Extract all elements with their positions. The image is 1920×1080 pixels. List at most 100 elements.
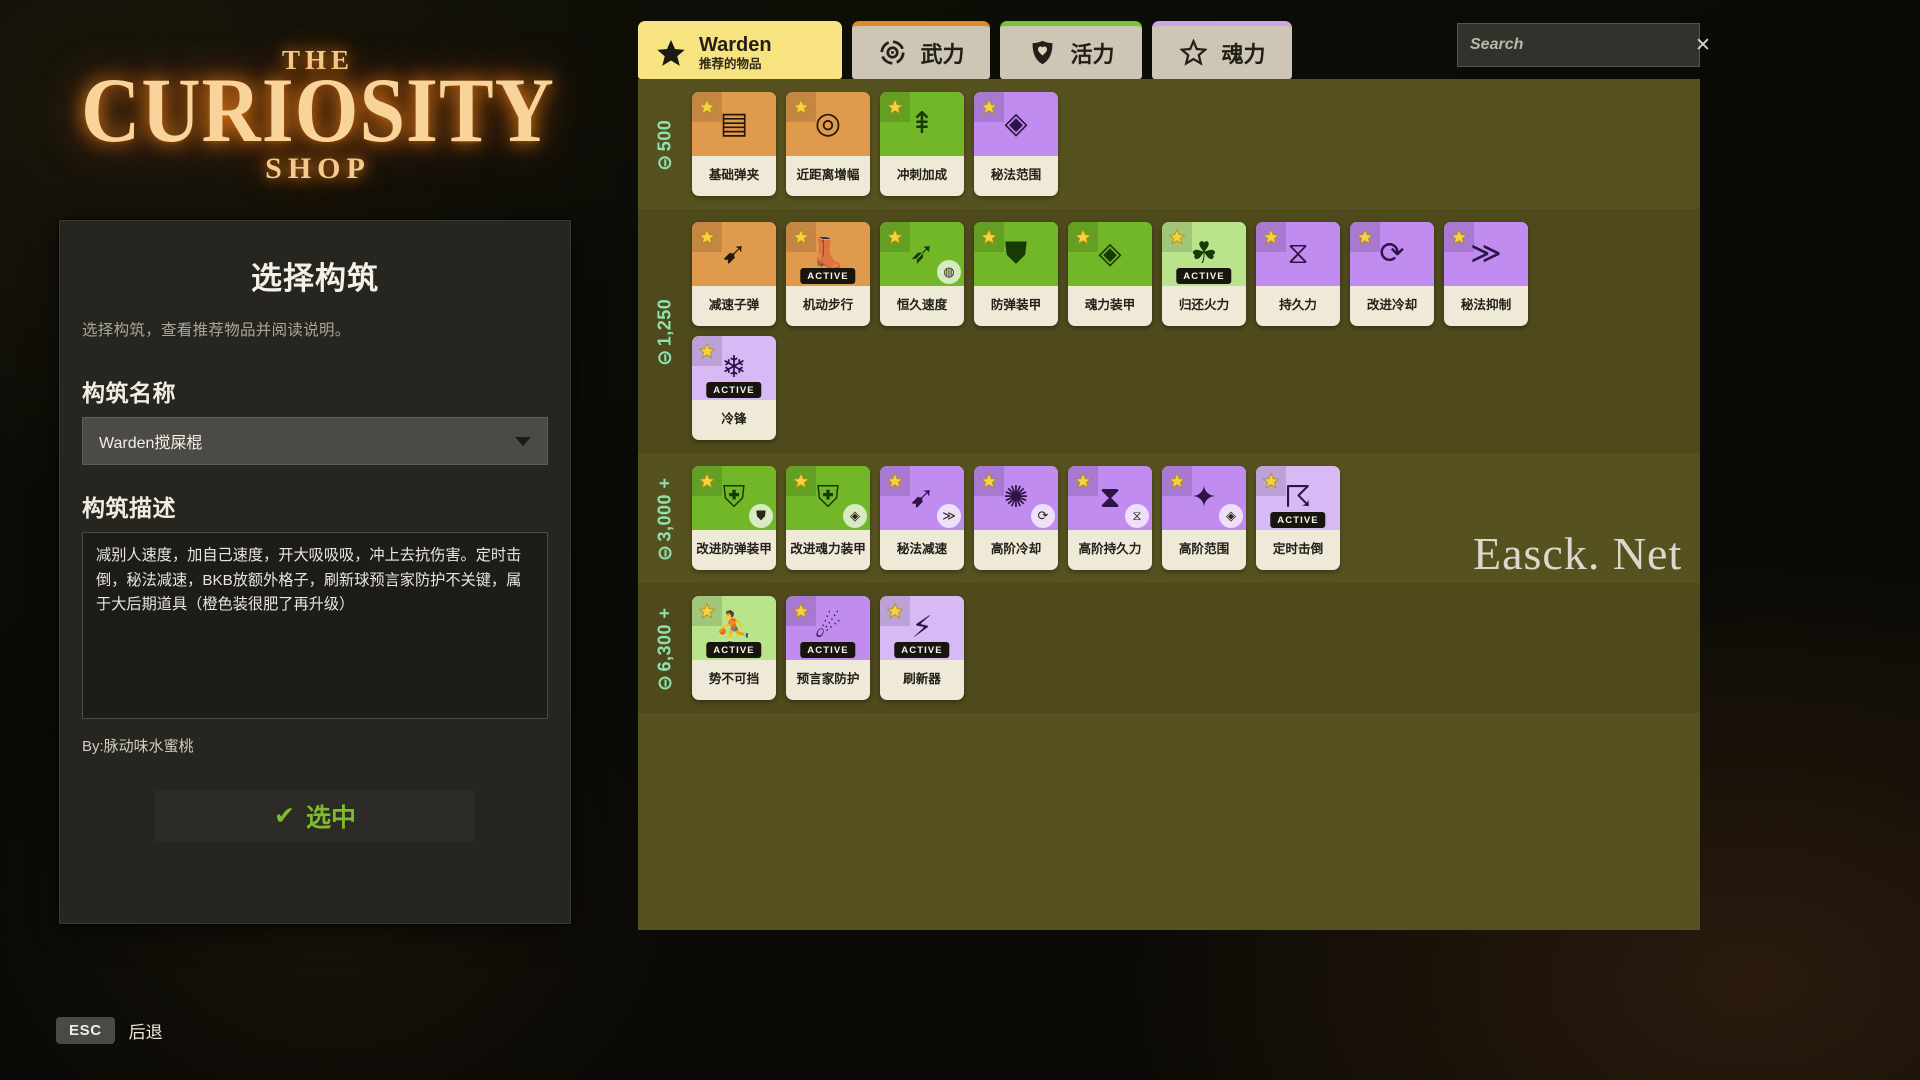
- item-card[interactable]: ✺ ⟳ 高阶冷却: [974, 466, 1058, 570]
- star-icon: [656, 38, 686, 68]
- item-glyph-icon: ⧖: [1287, 237, 1309, 270]
- search-input[interactable]: [1470, 36, 1689, 54]
- item-card[interactable]: ⚡ ACTIVE 刷新器: [880, 596, 964, 700]
- tier-price-value: 3,000 +: [654, 476, 675, 542]
- tier-items: ⛹ ACTIVE 势不可挡 ☄ ACTIVE 预言家防护 ⚡ ACTIVE 刷新器: [692, 596, 1700, 700]
- recommended-star-icon: [1256, 222, 1286, 252]
- tab-label: Warden: [699, 34, 772, 57]
- upgrade-source-icon: ⧖: [1125, 504, 1149, 528]
- item-card[interactable]: ◈ 魂力装甲: [1068, 222, 1152, 326]
- tab-sublabel: 推荐的物品: [699, 56, 762, 71]
- build-name-dropdown[interactable]: Warden搅屎棍: [82, 417, 548, 465]
- item-card[interactable]: ◈ 秘法范围: [974, 92, 1058, 196]
- footer-hint: ESC 后退: [56, 1017, 163, 1044]
- item-name: 冲刺加成: [896, 168, 948, 183]
- item-card[interactable]: ☘ ACTIVE 归还火力: [1162, 222, 1246, 326]
- tab-vitality[interactable]: 活力: [1000, 21, 1142, 79]
- tier-price-value: 500: [654, 119, 675, 151]
- item-card[interactable]: ⇞ 冲刺加成: [880, 92, 964, 196]
- tab-weapon[interactable]: 武力: [852, 21, 990, 79]
- tab-warden[interactable]: Warden 推荐的物品: [638, 21, 842, 79]
- item-card[interactable]: ➹ ≫ 秘法减速: [880, 466, 964, 570]
- active-badge: ACTIVE: [1270, 512, 1326, 528]
- item-card[interactable]: ➶ ◍ 恒久速度: [880, 222, 964, 326]
- recommended-star-icon: [786, 596, 816, 626]
- item-card[interactable]: ⛨ ⛊ 改进防弹装甲: [692, 466, 776, 570]
- item-card[interactable]: ⛊ 防弹装甲: [974, 222, 1058, 326]
- item-name: 近距离增幅: [796, 168, 860, 183]
- item-art: ⇞: [880, 92, 964, 156]
- item-card[interactable]: ⛹ ACTIVE 势不可挡: [692, 596, 776, 700]
- item-card[interactable]: ☈ ACTIVE 定时击倒: [1256, 466, 1340, 570]
- item-card[interactable]: ❄ ACTIVE 冷锋: [692, 336, 776, 440]
- shop-panel: Warden推荐的物品 武力 活力 魂力 ✕ 500 ▤ 基础弹夹 ◎ 近距离增幅 ⇞ 冲刺加成 ◈…: [638, 17, 1711, 930]
- item-art: ≫: [1444, 222, 1528, 286]
- item-card[interactable]: ➹ 减速子弹: [692, 222, 776, 326]
- upgrade-source-icon: ⟳: [1031, 504, 1055, 528]
- recommended-star-icon: [974, 222, 1004, 252]
- check-icon: ✔: [274, 802, 295, 830]
- chevron-down-icon: [515, 436, 531, 446]
- item-card[interactable]: ⟳ 改进冷却: [1350, 222, 1434, 326]
- item-art: ☄ ACTIVE: [786, 596, 870, 660]
- item-art: ◈: [974, 92, 1058, 156]
- tab-spirit[interactable]: 魂力: [1152, 21, 1292, 79]
- item-grid: 500 ▤ 基础弹夹 ◎ 近距离增幅 ⇞ 冲刺加成 ◈ 秘法范围 1,250 ➹ 减速子弹 👢 ACTIV…: [638, 79, 1700, 930]
- item-glyph-icon: ⇞: [909, 107, 935, 140]
- item-glyph-icon: ◎: [814, 107, 842, 140]
- item-card[interactable]: ⛨ ◈ 改进魂力装甲: [786, 466, 870, 570]
- item-glyph-icon: ➹: [909, 481, 935, 514]
- item-art: ⛨ ◈: [786, 466, 870, 530]
- item-card[interactable]: ⧖ 持久力: [1256, 222, 1340, 326]
- item-art: ✺ ⟳: [974, 466, 1058, 530]
- item-name: 高阶持久力: [1078, 542, 1142, 557]
- souls-coin-icon: [658, 155, 672, 169]
- souls-coin-icon: [658, 546, 672, 560]
- tier-items: ➹ 减速子弹 👢 ACTIVE 机动步行 ➶ ◍ 恒久速度 ⛊ 防弹装甲 ◈ 魂力装甲 ☘ ACTIVE 归…: [692, 222, 1572, 440]
- item-art: ⚡ ACTIVE: [880, 596, 964, 660]
- recommended-star-icon: [974, 92, 1004, 122]
- select-build-button[interactable]: ✔ 选中: [155, 790, 475, 842]
- tier-price-value: 1,250: [654, 298, 675, 346]
- active-badge: ACTIVE: [894, 642, 950, 658]
- item-name: 秘法抑制: [1460, 298, 1512, 313]
- panel-subtitle: 选择构筑，查看推荐物品并阅读说明。: [82, 322, 351, 339]
- recommended-star-icon: [1350, 222, 1380, 252]
- target-icon: [877, 38, 907, 68]
- close-icon[interactable]: ✕: [1689, 34, 1711, 57]
- recommended-star-icon: [692, 596, 722, 626]
- item-name: 定时击倒: [1272, 542, 1324, 557]
- item-art: ◎: [786, 92, 870, 156]
- item-glyph-icon: ➹: [721, 237, 747, 270]
- item-art: ⧗ ⧖: [1068, 466, 1152, 530]
- item-card[interactable]: 👢 ACTIVE 机动步行: [786, 222, 870, 326]
- tab-label: 武力: [920, 41, 965, 67]
- item-name: 高阶范围: [1178, 542, 1230, 557]
- item-card[interactable]: ▤ 基础弹夹: [692, 92, 776, 196]
- curiosity-shop-logo: THE CURIOSITY SHOP: [78, 28, 558, 203]
- recommended-star-icon: [1444, 222, 1474, 252]
- item-card[interactable]: ◎ 近距离增幅: [786, 92, 870, 196]
- logo-shop-text: SHOP: [265, 151, 371, 185]
- souls-coin-icon: [658, 676, 672, 690]
- active-badge: ACTIVE: [800, 268, 856, 284]
- build-author-byline: By:脉动味水蜜桃: [82, 738, 194, 755]
- recommended-star-icon: [1068, 222, 1098, 252]
- item-name: 基础弹夹: [708, 168, 760, 183]
- tier-items: ▤ 基础弹夹 ◎ 近距离增幅 ⇞ 冲刺加成 ◈ 秘法范围: [692, 92, 1700, 196]
- recommended-star-icon: [692, 222, 722, 252]
- item-art: 👢 ACTIVE: [786, 222, 870, 286]
- recommended-star-icon: [880, 466, 910, 496]
- item-card[interactable]: ⧗ ⧖ 高阶持久力: [1068, 466, 1152, 570]
- souls-coin-icon: [658, 350, 672, 364]
- item-card[interactable]: ☄ ACTIVE 预言家防护: [786, 596, 870, 700]
- tier-row: 6,300 + ⛹ ACTIVE 势不可挡 ☄ ACTIVE 预言家防护 ⚡ ACTIVE 刷新器: [638, 583, 1700, 713]
- item-glyph-icon: ✺: [1003, 481, 1029, 514]
- item-card[interactable]: ✦ ◈ 高阶范围: [1162, 466, 1246, 570]
- tab-label: 魂力: [1221, 41, 1266, 67]
- item-card[interactable]: ≫ 秘法抑制: [1444, 222, 1528, 326]
- build-description-text[interactable]: 减别人速度，加自己速度，开大吸吸吸，冲上去抗伤害。定时击倒，秘法减速，BKB放额…: [82, 532, 548, 719]
- search-box[interactable]: ✕: [1457, 23, 1711, 67]
- tab-label: 活力: [1070, 41, 1115, 67]
- upgrade-source-icon: ⛊: [749, 504, 773, 528]
